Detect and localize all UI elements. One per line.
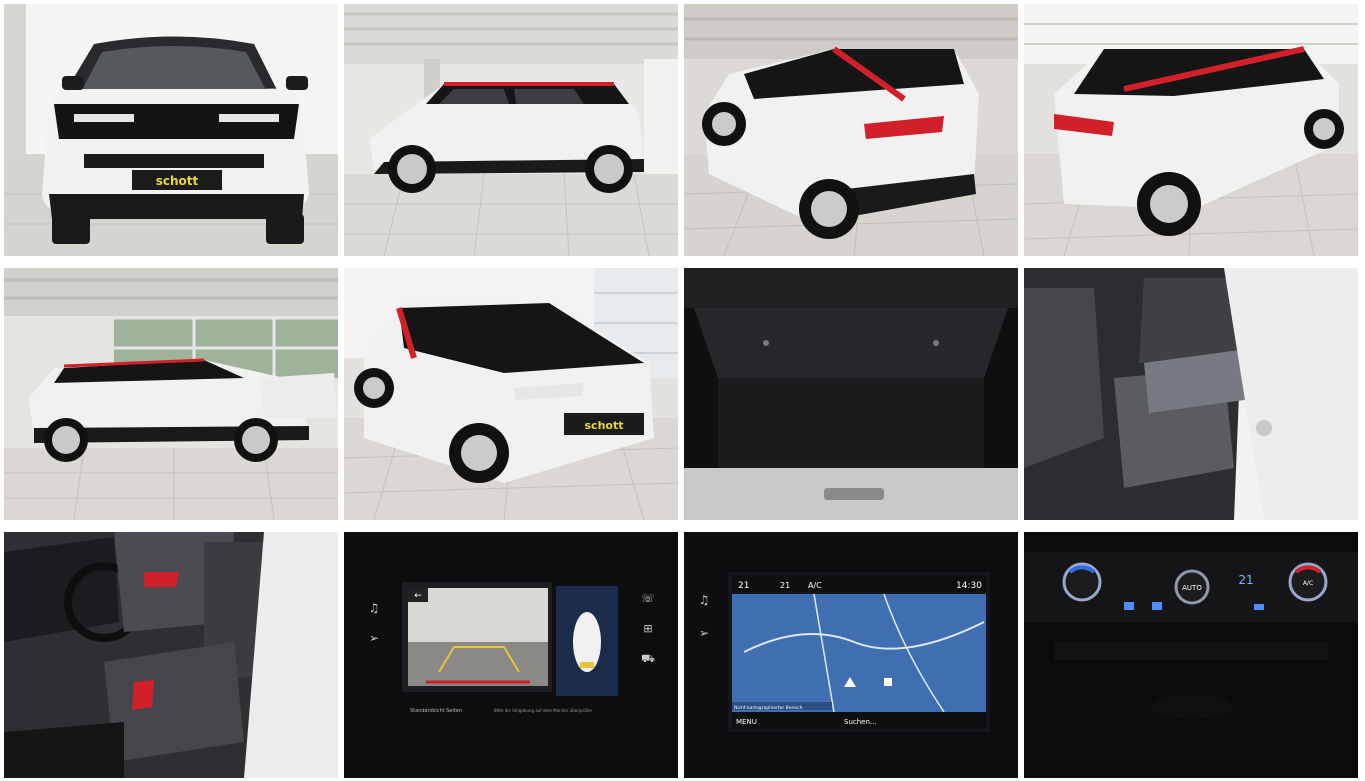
nav-music-icon[interactable]: ♫: [699, 593, 710, 607]
music-icon[interactable]: ♫: [369, 601, 380, 615]
side-left-image: [4, 268, 338, 520]
nav-status: Nicht kartographierter Bereich: [734, 705, 803, 711]
photo-side-right-view[interactable]: [344, 4, 678, 256]
photo-front-seats-view[interactable]: [4, 532, 338, 778]
side-right-image: [344, 4, 678, 256]
nav-ac-label: A/C: [808, 581, 822, 590]
photo-trunk-view[interactable]: [684, 268, 1018, 520]
climate-auto-button[interactable]: AUTO: [1182, 584, 1202, 592]
phone-icon[interactable]: ☏: [641, 592, 655, 605]
nav-menu-button[interactable]: MENU: [736, 718, 757, 726]
nav-search-input[interactable]: Suchen...: [844, 718, 877, 726]
dealer-badge-secondary: schott: [585, 419, 624, 432]
rear-quarter-left-image: [684, 4, 1018, 256]
photo-front-quarter-view[interactable]: schott: [344, 268, 678, 520]
nav-temp-left: 21: [738, 581, 749, 591]
nav-time: 14:30: [956, 581, 982, 591]
rear-camera-screen-image: ← ♫ ➢ ☏ ⊞ ⛟ Standardsicht Seiten Bitte d…: [344, 532, 678, 778]
climate-temp-right: 21: [1238, 573, 1253, 587]
apps-icon[interactable]: ⊞: [643, 622, 652, 635]
climate-ac-button[interactable]: A/C: [1303, 580, 1313, 587]
photo-rear-quarter-left-view[interactable]: [684, 4, 1018, 256]
camera-hint-label: Bitte die Umgebung auf dem Monitor überp…: [494, 708, 592, 713]
nav-navigation-icon[interactable]: ➢: [699, 626, 709, 640]
photo-navigation-screen[interactable]: 21 21 A/C 14:30 Nicht kartographierter B…: [684, 532, 1018, 778]
navigation-screen-image: 21 21 A/C 14:30 Nicht kartographierter B…: [684, 532, 1018, 778]
front-seats-image: [4, 532, 338, 778]
photo-rear-camera-screen[interactable]: ← ♫ ➢ ☏ ⊞ ⛟ Standardsicht Seiten Bitte d…: [344, 532, 678, 778]
photo-front-view[interactable]: schott: [4, 4, 338, 256]
climate-control-image: AUTO A/C 21: [1024, 532, 1358, 778]
photo-climate-control[interactable]: AUTO A/C 21: [1024, 532, 1358, 778]
back-arrow-icon[interactable]: ←: [414, 591, 422, 601]
camera-standard-view-label: Standardsicht Seiten: [410, 708, 462, 714]
photo-side-left-view[interactable]: [4, 268, 338, 520]
front-view-image: schott: [4, 4, 338, 256]
car-icon[interactable]: ⛟: [641, 652, 655, 665]
rear-seats-image: [1024, 268, 1358, 520]
front-quarter-image: schott: [344, 268, 678, 520]
dealer-badge: schott: [156, 174, 199, 188]
rear-quarter-right-image: [1024, 4, 1358, 256]
photo-gallery-grid: schott schott ← ♫ ➢ ☏ ⊞ ⛟ Standardsicht …: [0, 0, 1365, 781]
photo-rear-quarter-right-view[interactable]: [1024, 4, 1358, 256]
photo-rear-seats-view[interactable]: [1024, 268, 1358, 520]
trunk-image: [684, 268, 1018, 520]
nav-fan-level: 21: [780, 581, 790, 590]
navigation-icon[interactable]: ➢: [369, 631, 379, 645]
